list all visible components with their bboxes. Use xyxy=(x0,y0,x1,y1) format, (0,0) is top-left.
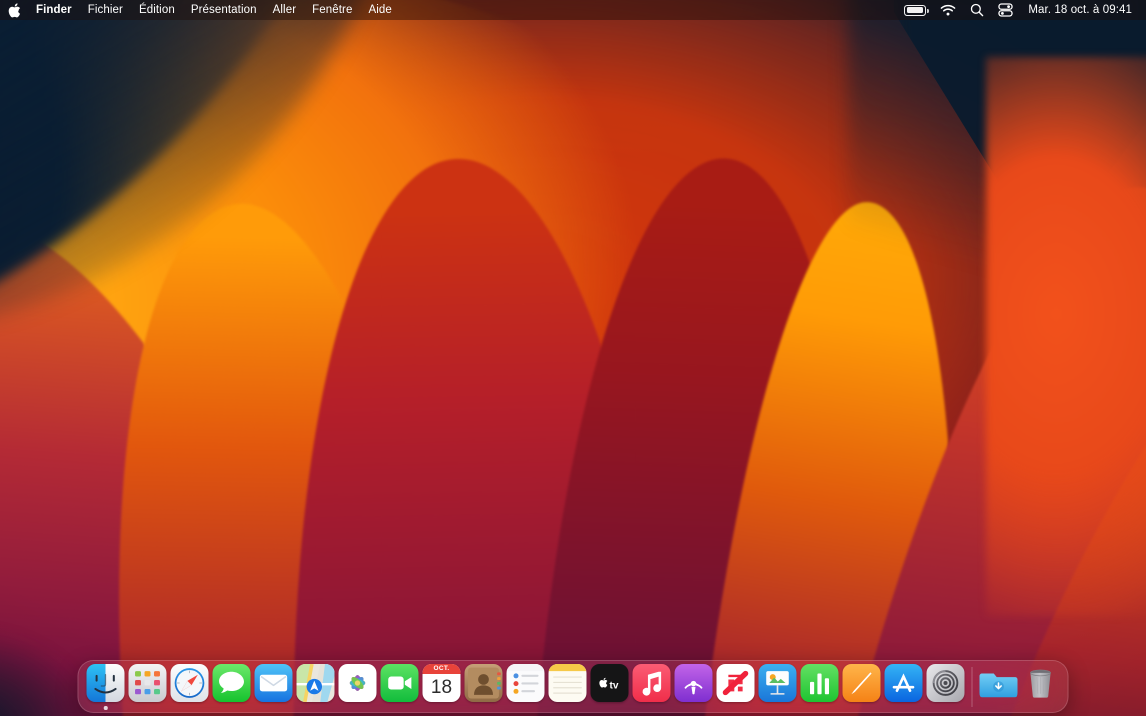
dock-item-launchpad[interactable] xyxy=(127,661,169,713)
downloads-folder-icon xyxy=(979,664,1018,702)
facetime-icon xyxy=(380,663,419,702)
news-icon xyxy=(716,663,755,702)
dock-item-appletv[interactable]: tv xyxy=(589,661,631,713)
reminders-icon xyxy=(506,663,545,702)
menu-bar-left-group: Finder Fichier Édition Présentation Alle… xyxy=(0,0,400,20)
wifi-status-item[interactable] xyxy=(933,0,963,20)
dock-item-keynote[interactable] xyxy=(757,661,799,713)
calendar-month-label: OCT. xyxy=(422,663,461,674)
dock-item-calendar[interactable]: OCT. 18 xyxy=(421,661,463,713)
svg-text:tv: tv xyxy=(610,680,619,691)
dock-item-trash[interactable] xyxy=(1020,661,1062,713)
menu-item-finder[interactable]: Finder xyxy=(28,0,80,20)
search-icon xyxy=(971,3,984,17)
dock-item-news[interactable] xyxy=(715,661,757,713)
wallpaper-vignette xyxy=(0,0,1146,716)
maps-icon xyxy=(296,663,335,702)
dock-item-messages[interactable] xyxy=(211,661,253,713)
dock-item-facetime[interactable] xyxy=(379,661,421,713)
menu-bar: Finder Fichier Édition Présentation Alle… xyxy=(0,0,1146,20)
battery-status-item[interactable] xyxy=(897,0,933,20)
dock-item-music[interactable] xyxy=(631,661,673,713)
finder-running-indicator xyxy=(103,706,108,710)
dock-item-downloads[interactable] xyxy=(978,661,1020,713)
control-center-button[interactable] xyxy=(991,0,1020,20)
dock-item-appstore[interactable] xyxy=(883,661,925,713)
messages-icon xyxy=(212,663,251,702)
pages-icon xyxy=(842,663,881,702)
dock: OCT. 18 tv xyxy=(77,660,1069,713)
dock-item-notes[interactable] xyxy=(547,661,589,713)
menu-bar-clock[interactable]: Mar. 18 oct. à 09:41 xyxy=(1020,0,1138,20)
spotlight-search-button[interactable] xyxy=(963,0,991,20)
menu-item-presentation[interactable]: Présentation xyxy=(183,0,265,20)
finder-icon xyxy=(86,663,125,702)
music-icon xyxy=(632,663,671,702)
calendar-day-label: 18 xyxy=(430,677,453,698)
battery-level-fill xyxy=(906,6,923,14)
control-center-icon xyxy=(998,3,1014,17)
menu-bar-status-group: Mar. 18 oct. à 09:41 xyxy=(897,0,1138,20)
menu-item-fichier[interactable]: Fichier xyxy=(80,0,131,20)
safari-icon xyxy=(170,663,209,702)
dock-item-numbers[interactable] xyxy=(799,661,841,713)
system-settings-icon xyxy=(926,663,965,702)
launchpad-icon xyxy=(128,663,167,702)
appstore-icon xyxy=(884,663,923,702)
trash-icon xyxy=(1022,664,1060,702)
podcasts-icon xyxy=(674,663,713,702)
dock-item-contacts[interactable] xyxy=(463,661,505,713)
dock-item-finder[interactable] xyxy=(85,661,127,713)
dock-item-podcasts[interactable] xyxy=(673,661,715,713)
dock-item-safari[interactable] xyxy=(169,661,211,713)
menu-item-edition[interactable]: Édition xyxy=(131,0,183,20)
menu-item-aide[interactable]: Aide xyxy=(360,0,399,20)
desktop-screen: Finder Fichier Édition Présentation Alle… xyxy=(0,0,1146,716)
menu-item-aller[interactable]: Aller xyxy=(265,0,305,20)
desktop-wallpaper[interactable] xyxy=(0,0,1146,716)
apple-menu-button[interactable] xyxy=(0,0,28,20)
dock-separator xyxy=(971,666,973,707)
dock-item-mail[interactable] xyxy=(253,661,295,713)
dock-item-maps[interactable] xyxy=(295,661,337,713)
apple-logo-icon xyxy=(8,2,20,17)
menu-item-fenetre[interactable]: Fenêtre xyxy=(304,0,360,20)
keynote-icon xyxy=(758,663,797,702)
wifi-icon xyxy=(941,4,956,16)
notes-icon xyxy=(548,663,587,702)
appletv-icon: tv xyxy=(590,663,629,702)
dock-item-system-settings[interactable] xyxy=(925,661,967,713)
dock-item-reminders[interactable] xyxy=(505,661,547,713)
numbers-icon xyxy=(800,663,839,702)
dock-item-photos[interactable] xyxy=(337,661,379,713)
battery-icon xyxy=(904,4,929,16)
photos-icon xyxy=(338,663,377,702)
dock-item-pages[interactable] xyxy=(841,661,883,713)
mail-icon xyxy=(254,663,293,702)
contacts-icon xyxy=(464,663,503,702)
calendar-icon: OCT. 18 xyxy=(422,663,461,702)
